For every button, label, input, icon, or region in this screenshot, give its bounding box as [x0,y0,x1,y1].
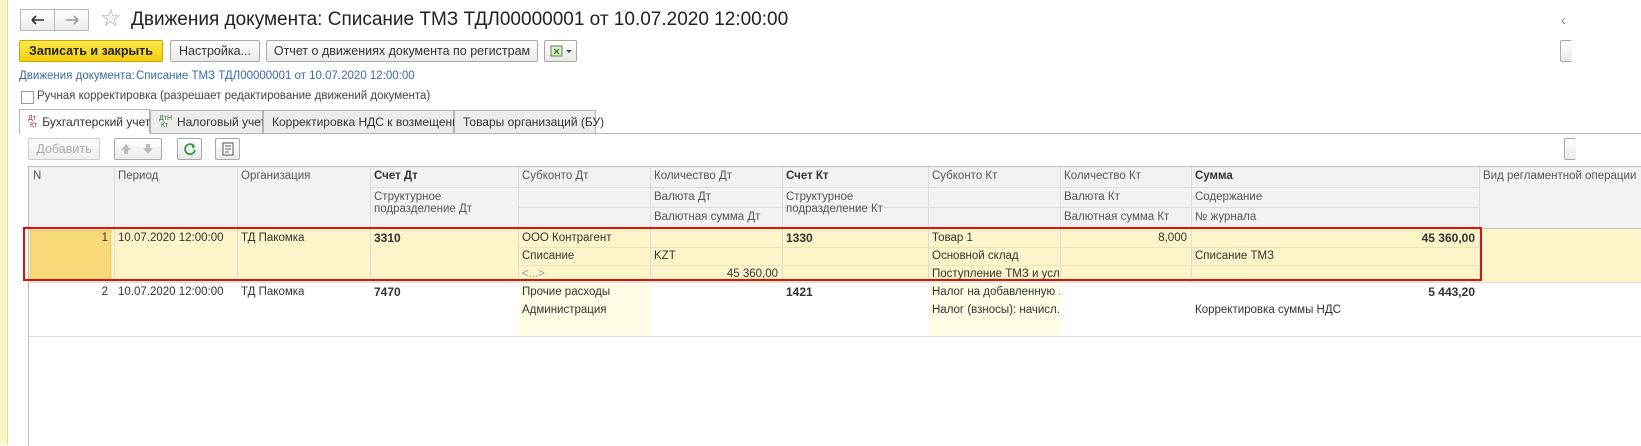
row-divider [29,336,1641,337]
col-subconto-kt[interactable]: Субконто Кт [928,167,1060,185]
tabs-divider [19,133,1641,134]
col-sum[interactable]: Сумма [1191,167,1479,185]
col-period[interactable]: Период [114,167,237,185]
row2-n: 2 [101,286,108,298]
col-n[interactable]: N [29,167,114,185]
arrow-right-icon [65,15,79,25]
dt-kt-icon: Дт Кт [28,115,38,129]
move-buttons[interactable] [114,138,162,160]
col-qty-dt[interactable]: Количество Дт [650,167,782,185]
more-button[interactable] [1564,138,1576,160]
favorite-star-icon[interactable]: ☆ [100,4,122,33]
add-button[interactable]: Добавить [28,138,100,160]
refresh-icon [183,143,196,155]
col-content[interactable]: Содержание [1191,188,1479,206]
col-org[interactable]: Организация [237,167,370,185]
left-panel-edge [0,0,8,445]
active-tab-gap [20,133,150,134]
row2-sum: 5 443,20 [1428,285,1475,299]
row2-subconto-kt-2: Налог (взносы): начисл... [932,304,1060,316]
tab-vat-correction-label: Корректировка НДС к возмещению [272,115,468,129]
col-cur-sum-kt[interactable]: Валютная сумма Кт [1060,208,1191,226]
selection-highlight-frame [23,227,1482,281]
tab-accounting-label: Бухгалтерский учет [42,115,151,129]
back-button[interactable] [20,9,55,31]
movements-report-button[interactable]: Отчет о движениях документа по регистрам [266,40,538,62]
col-cur-sum-dt[interactable]: Валютная сумма Дт [650,208,782,226]
row2-period: 10.07.2020 12:00:00 [118,286,224,298]
window-control-icon[interactable]: ‹ [1561,12,1566,28]
col-subdiv-dt[interactable]: Структурное подразделение Дт [370,188,518,218]
tab-accounting[interactable]: Дт Кт Бухгалтерский учет [19,109,150,134]
tab-goods-label: Товары организаций (БУ) [463,115,605,129]
tab-tax-label: Налоговый учет [177,115,267,129]
col-journal[interactable]: № журнала [1191,208,1479,226]
output-list-button[interactable] [215,138,240,160]
col-cur-kt[interactable]: Валюта Кт [1060,188,1191,206]
row2-content: Корректировка суммы НДС [1195,304,1341,316]
col-subdiv-kt[interactable]: Структурное подразделение Кт [782,188,928,218]
manual-edit-checkbox[interactable] [21,91,34,104]
refresh-button[interactable] [177,138,202,160]
col-cur-dt[interactable]: Валюта Дт [650,188,782,206]
dt-kt-tax-icon: ДтН Кт [159,115,173,129]
document-link[interactable]: Списание ТМЗ ТДЛ00000001 от 10.07.2020 1… [136,70,415,82]
row2-subconto-dt-2: Администрация [522,304,607,316]
list-export-icon [222,142,233,156]
tab-goods[interactable]: Товары организаций (БУ) [454,110,604,133]
more-actions-button[interactable] [1560,40,1572,62]
settings-button[interactable]: Настройка... [170,40,260,62]
col-subconto-dt[interactable]: Субконто Дт [518,167,650,185]
row2-subconto-kt-1: Налог на добавленную ... [932,286,1060,298]
col-reg-op[interactable]: Вид регламентной операции [1479,167,1641,185]
row2-org: ТД Пакомка [241,286,305,298]
save-and-close-button[interactable]: Записать и закрыть [19,40,163,62]
row2-subconto-dt-1: Прочие расходы [522,286,611,298]
page-title: Движения документа: Списание ТМЗ ТДЛ0000… [131,9,789,30]
move-up-down-icon [121,144,153,154]
breadcrumb-label: Движения документа: [19,70,135,82]
tab-vat-correction[interactable]: Корректировка НДС к возмещению [263,110,468,133]
forward-button[interactable] [54,9,89,31]
arrow-left-icon [30,15,44,25]
row2-account-dt: 7470 [374,285,401,299]
tab-tax[interactable]: ДтН Кт Налоговый учет [150,110,267,133]
movements-table: N Период Организация Счет Дт Структурное… [28,166,1641,446]
spreadsheet-export-icon [550,45,572,57]
export-menu-button[interactable] [544,40,577,62]
row2-account-kt: 1421 [786,285,813,299]
col-account-dt[interactable]: Счет Дт [370,167,518,185]
manual-edit-label: Ручная корректировка (разрешает редактир… [37,90,431,102]
col-account-kt[interactable]: Счет Кт [782,167,928,185]
col-qty-kt[interactable]: Количество Кт [1060,167,1191,185]
